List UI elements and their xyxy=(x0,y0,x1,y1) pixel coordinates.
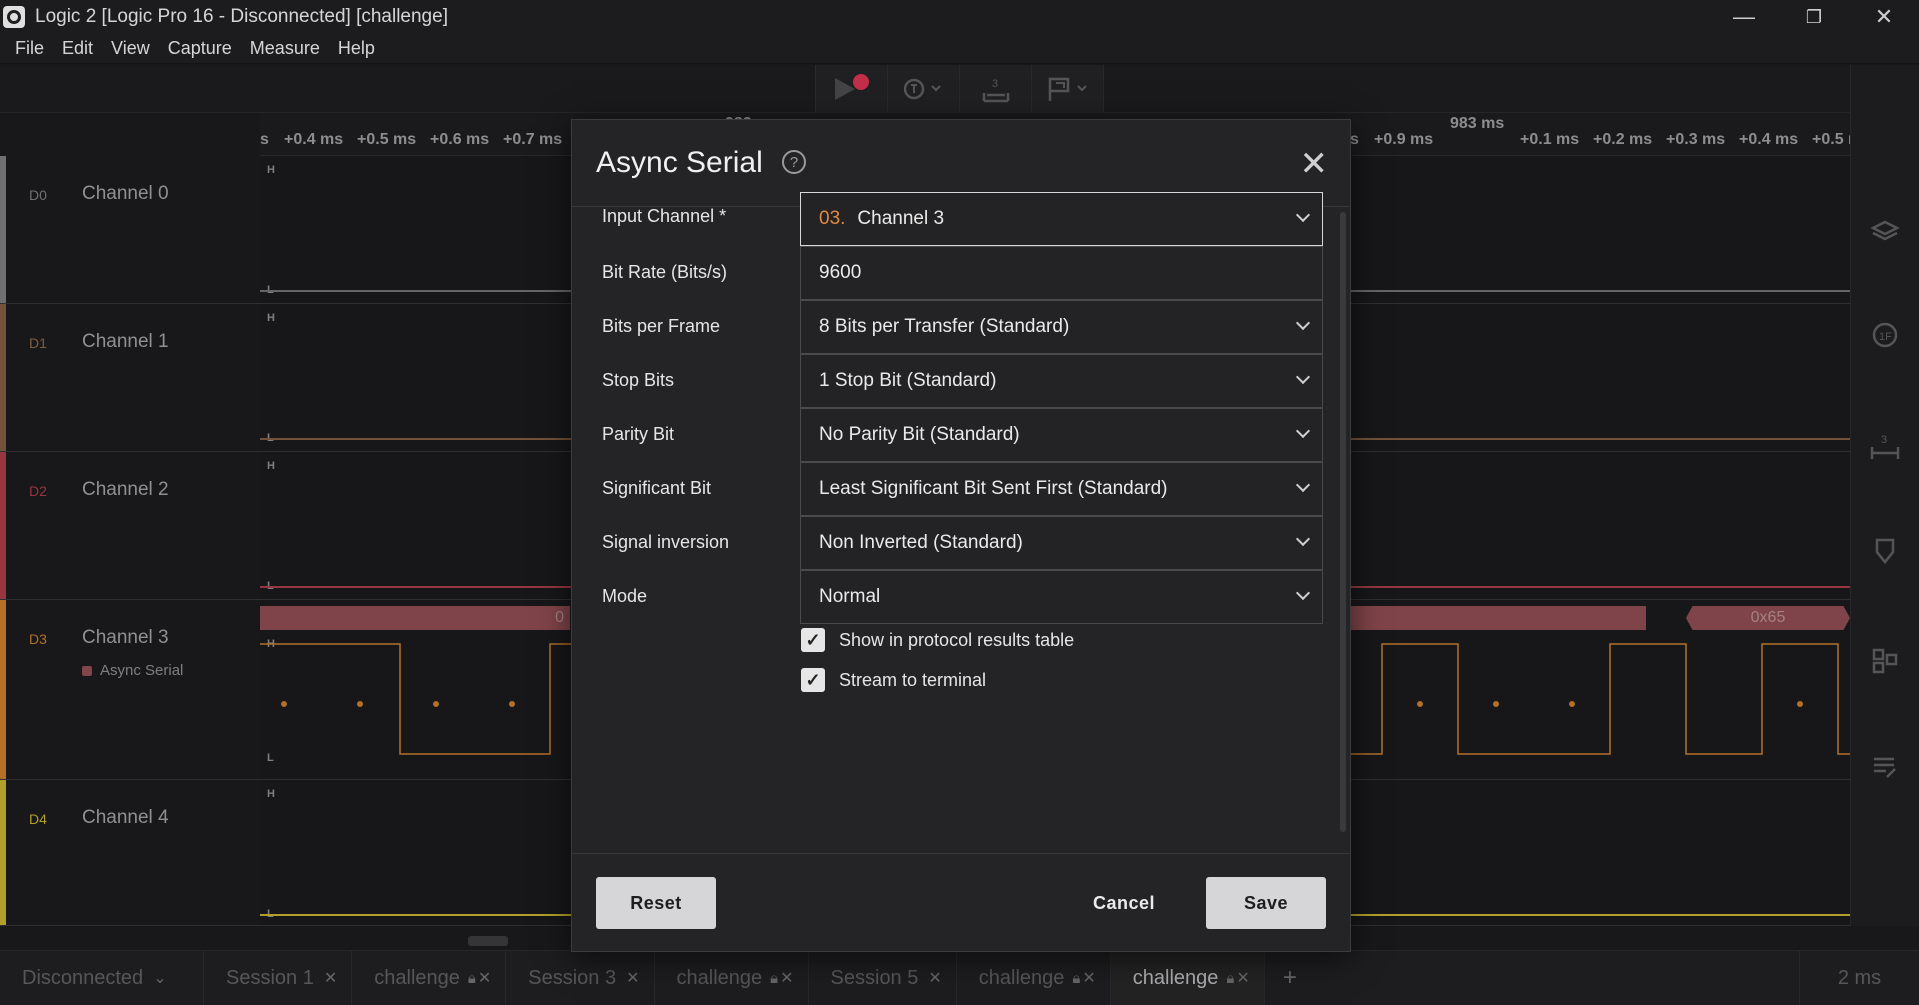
field-label: Parity Bit xyxy=(602,424,675,444)
show-in-table-checkbox-row[interactable]: ✓ Show in protocol results table xyxy=(801,628,1074,652)
chevron-down-icon xyxy=(1295,315,1311,331)
reset-button[interactable]: Reset xyxy=(596,877,716,929)
select-value: Normal xyxy=(819,586,881,607)
dialog-footer: Reset Cancel Save xyxy=(572,853,1350,951)
select-value: No Parity Bit (Standard) xyxy=(819,424,1020,445)
chevron-down-icon xyxy=(1295,585,1311,601)
async-serial-dialog: Async Serial ? ✕ Input Channel * Input C… xyxy=(571,119,1351,952)
checkbox-label: Show in protocol results table xyxy=(839,629,1075,650)
show-in-table-checkbox[interactable]: ✓ xyxy=(801,628,825,652)
signal-inversion-row: Signal inversion Non Inverted (Standard) xyxy=(572,516,1350,570)
cancel-button[interactable]: Cancel xyxy=(1074,877,1174,929)
parity-bit-row: Parity Bit No Parity Bit (Standard) xyxy=(572,408,1350,462)
bits-per-frame-select[interactable]: 8 Bits per Transfer (Standard) xyxy=(800,300,1323,354)
input-value: 9600 xyxy=(819,262,862,283)
stream-to-terminal-checkbox-row[interactable]: ✓ Stream to terminal xyxy=(801,668,986,692)
parity-bit-select[interactable]: No Parity Bit (Standard) xyxy=(800,408,1323,462)
bits-per-frame-row: Bits per Frame 8 Bits per Transfer (Stan… xyxy=(572,300,1350,354)
field-label: Input Channel * xyxy=(602,206,727,226)
stream-to-terminal-checkbox[interactable]: ✓ xyxy=(801,668,825,692)
signal-inversion-select[interactable]: Non Inverted (Standard) xyxy=(800,516,1323,570)
save-button[interactable]: Save xyxy=(1206,877,1326,929)
select-value: Non Inverted (Standard) xyxy=(819,532,1023,553)
chevron-down-icon xyxy=(1295,369,1311,385)
logic2-app: Logic 2 [Logic Pro 16 - Disconnected] [c… xyxy=(0,0,1919,1005)
chevron-down-icon xyxy=(1295,477,1311,493)
field-label: Stop Bits xyxy=(602,370,675,390)
mode-row: Mode Normal xyxy=(572,570,1350,624)
field-label: Bits per Frame xyxy=(602,316,721,336)
stop-bits-select[interactable]: 1 Stop Bit (Standard) xyxy=(800,354,1323,408)
mode-select[interactable]: Normal xyxy=(800,570,1323,624)
field-label: Mode xyxy=(602,586,648,606)
chevron-down-icon xyxy=(1295,531,1311,547)
significant-bit-select[interactable]: Least Significant Bit Sent First (Standa… xyxy=(800,462,1323,516)
checkbox-label: Stream to terminal xyxy=(839,669,987,690)
help-icon[interactable]: ? xyxy=(782,150,806,174)
input-channel-select[interactable]: 03. Channel 3 xyxy=(800,192,1323,246)
dialog-title: Async Serial xyxy=(596,146,763,179)
close-icon[interactable]: ✕ xyxy=(1300,144,1329,184)
input-channel-row: Input Channel * 03. Channel 3 xyxy=(572,192,1350,246)
bit-rate-input[interactable]: 9600 xyxy=(800,246,1323,300)
field-label: Bit Rate (Bits/s) xyxy=(602,262,728,282)
significant-bit-row: Significant Bit Least Significant Bit Se… xyxy=(572,462,1350,516)
field-label: Significant Bit xyxy=(602,478,712,498)
select-value: 8 Bits per Transfer (Standard) xyxy=(819,316,1070,337)
field-label: Signal inversion xyxy=(602,532,730,552)
bit-rate-row: Bit Rate (Bits/s) 9600 xyxy=(572,246,1350,300)
channel-number: 03. xyxy=(819,208,846,229)
select-value: Least Significant Bit Sent First (Standa… xyxy=(819,478,1168,499)
select-value: Channel 3 xyxy=(857,208,945,229)
stop-bits-row: Stop Bits 1 Stop Bit (Standard) xyxy=(572,354,1350,408)
chevron-down-icon xyxy=(1295,423,1311,439)
select-value: 1 Stop Bit (Standard) xyxy=(819,370,997,391)
chevron-down-icon xyxy=(1295,207,1311,223)
